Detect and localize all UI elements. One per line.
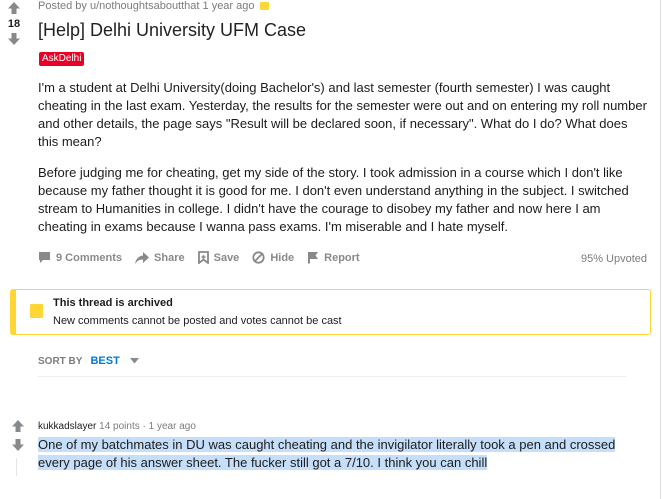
bookmark-icon	[197, 251, 209, 264]
comment-meta: kukkadslayer 14 points · 1 year ago	[38, 421, 196, 432]
report-label: Report	[324, 251, 360, 264]
archived-subtitle: New comments cannot be posted and votes …	[53, 315, 342, 327]
hide-icon	[252, 251, 265, 264]
share-button[interactable]: Share	[135, 251, 185, 264]
post-paragraph-1: I'm a student at Delhi University(doing …	[38, 80, 647, 149]
comment-thread-line[interactable]	[16, 458, 17, 476]
comment-upvote-icon[interactable]	[11, 419, 25, 433]
hide-label: Hide	[270, 251, 295, 264]
share-label: Share	[154, 251, 185, 264]
save-label: Save	[213, 251, 240, 264]
archive-notice-icon	[30, 304, 43, 318]
post-meta: Posted by u/nothoughtsaboutthat 1 year a…	[38, 0, 269, 12]
upvote-icon[interactable]	[7, 1, 21, 15]
comments-button[interactable]: 9 Comments	[38, 251, 122, 264]
sort-divider	[38, 376, 626, 377]
post-score: 18	[7, 18, 21, 30]
post-actions: 9 Comments Share Save Hide Report	[38, 251, 373, 264]
post-paragraph-2: Before judging me for cheating, get my s…	[38, 165, 629, 234]
comment-sort: SORT BY BEST	[38, 355, 139, 367]
comment-icon	[39, 252, 50, 263]
comment-vote-column	[9, 419, 27, 452]
post-meta-text: Posted by u/nothoughtsaboutthat 1 year a…	[38, 0, 255, 12]
post-title[interactable]: [Help] Delhi University UFM Case	[38, 20, 306, 41]
archived-title: This thread is archived	[53, 297, 173, 309]
archive-icon	[259, 2, 269, 10]
comment-meta-separator: ·	[142, 421, 146, 432]
post-vote-column: 18	[4, 0, 24, 46]
chevron-down-icon[interactable]	[129, 358, 139, 364]
flag-icon	[308, 252, 319, 264]
sort-dropdown[interactable]: BEST	[90, 355, 119, 367]
save-button[interactable]: Save	[197, 251, 240, 264]
comment-points: 14 points	[99, 421, 140, 432]
comment-body: One of my batchmates in DU was caught ch…	[38, 436, 628, 472]
comment-downvote-icon[interactable]	[11, 438, 25, 452]
report-button[interactable]: Report	[307, 251, 360, 264]
upvote-ratio: 95% Upvoted	[580, 253, 647, 265]
comment-text: One of my batchmates in DU was caught ch…	[38, 437, 616, 470]
share-icon	[135, 251, 150, 264]
hide-button[interactable]: Hide	[252, 251, 294, 264]
sort-label: SORT BY	[38, 355, 83, 367]
comments-label: 9 Comments	[56, 251, 123, 264]
comment-time: 1 year ago	[148, 421, 196, 432]
archived-notice: This thread is archived New comments can…	[10, 289, 651, 335]
page-right-border	[660, 0, 661, 499]
comment-author[interactable]: kukkadslayer	[38, 421, 96, 432]
downvote-icon[interactable]	[7, 32, 21, 46]
post-flair[interactable]: AskDelhi	[39, 52, 85, 66]
